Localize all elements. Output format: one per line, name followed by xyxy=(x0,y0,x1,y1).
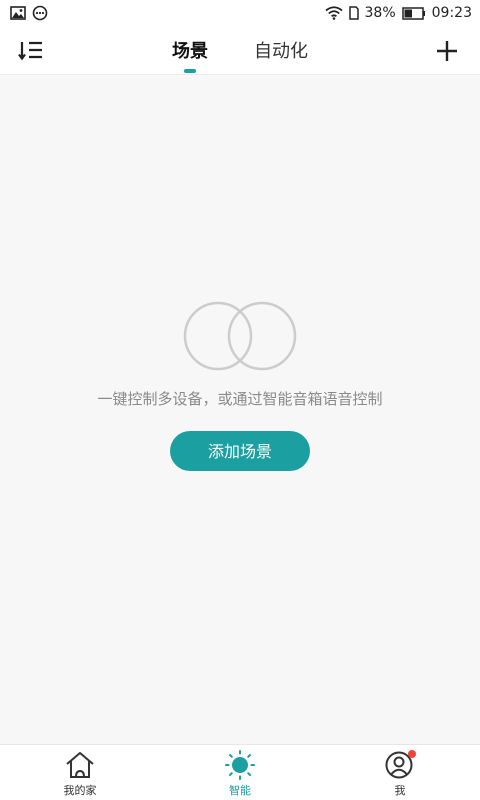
status-bar: 38% 09:23 xyxy=(0,0,480,26)
bottom-navigation: 我的家 智能 我 xyxy=(0,744,480,800)
notification-badge xyxy=(408,750,416,758)
nav-item-me[interactable]: 我 xyxy=(320,745,480,800)
sun-icon xyxy=(225,750,255,780)
home-icon xyxy=(66,752,94,778)
profile-icon-wrapper xyxy=(384,750,416,780)
sort-button[interactable] xyxy=(16,36,46,64)
status-bar-right: 38% 09:23 xyxy=(324,5,472,21)
empty-state: 一键控制多设备，或通过智能音箱语音控制 添加场景 xyxy=(0,300,480,471)
app-header: 场景 自动化 xyxy=(0,26,480,75)
add-button[interactable] xyxy=(432,36,462,66)
plus-icon xyxy=(437,41,457,61)
tab-active-indicator xyxy=(184,69,196,73)
nav-item-my-home[interactable]: 我的家 xyxy=(0,745,160,800)
add-scene-button[interactable]: 添加场景 xyxy=(170,431,310,471)
battery-icon xyxy=(401,6,425,20)
empty-state-description: 一键控制多设备，或通过智能音箱语音控制 xyxy=(97,390,383,408)
nav-label-me: 我 xyxy=(394,784,406,797)
status-bar-left xyxy=(10,5,48,21)
tab-scenes[interactable]: 场景 xyxy=(170,37,210,73)
sim-icon xyxy=(348,6,359,20)
nav-label-my-home: 我的家 xyxy=(63,784,97,797)
message-icon xyxy=(32,5,48,21)
tab-automation-label: 自动化 xyxy=(254,41,308,62)
smart-scenes-screen: 38% 09:23 场景 自动化 一键控制多设备，或通过智能音箱语音控制 添加场… xyxy=(0,0,480,800)
wifi-icon xyxy=(324,6,343,20)
tab-bar: 场景 自动化 xyxy=(0,26,480,74)
nav-item-smart[interactable]: 智能 xyxy=(160,745,320,800)
image-icon xyxy=(10,6,26,20)
overlapping-circles-icon xyxy=(183,301,297,371)
battery-percent: 38% xyxy=(364,5,396,21)
status-time: 09:23 xyxy=(431,5,472,21)
nav-label-smart: 智能 xyxy=(229,784,251,797)
tab-automation[interactable]: 自动化 xyxy=(252,37,310,63)
tab-scenes-label: 场景 xyxy=(172,41,208,62)
sort-list-icon xyxy=(18,41,42,61)
